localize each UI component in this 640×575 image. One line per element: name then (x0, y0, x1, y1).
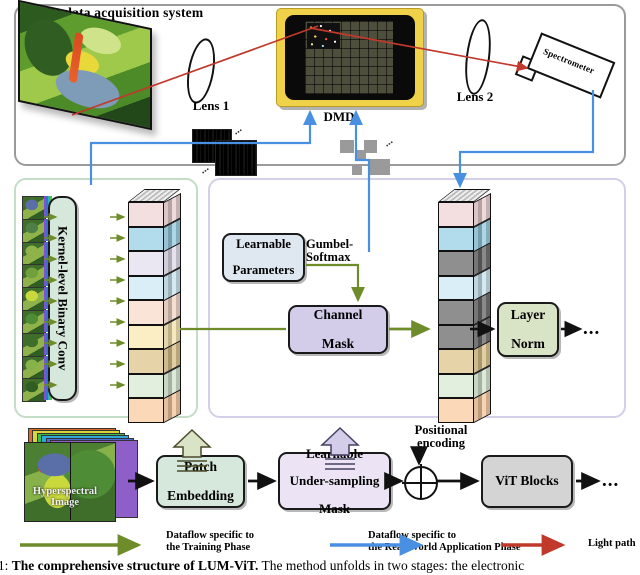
learnable-parameters-line1: Learnable (236, 236, 291, 251)
hyperspectral-label: Hyperspectral Image (26, 486, 104, 508)
stack-slab (128, 398, 164, 423)
dmd-screen (305, 21, 393, 94)
learnable-under-sampling-mask-box: Learnable Under-sampling Mask (278, 446, 391, 515)
hyperspectral-image-stack (24, 428, 142, 524)
gray-mask-block (364, 140, 377, 153)
gray-mask-block (340, 140, 354, 153)
patch-embedding-box: Patch Embedding (156, 455, 245, 508)
channel-mask-line2: Mask (321, 335, 355, 351)
stack-slab (128, 275, 164, 300)
positional-encoding-line2: encoding (417, 436, 465, 451)
stack-slab (438, 349, 474, 374)
channel-mask-line1: Channel (313, 307, 363, 323)
dmd-label: DMD (323, 109, 355, 124)
layer-norm-ellipsis: ... (583, 318, 601, 339)
stack-slab (438, 202, 474, 227)
scene-highlight (68, 31, 84, 84)
input-band-patch (22, 332, 46, 357)
under-sampling-line1: Learnable (305, 445, 364, 461)
input-band-patch (22, 241, 46, 266)
stack-slab (128, 202, 164, 227)
plus-circle-icon (402, 464, 438, 500)
stack-slab (128, 251, 164, 276)
input-band-patch (22, 355, 46, 380)
stack-slab (128, 324, 164, 349)
legend-label-lightpath: Light path (588, 538, 636, 549)
under-sampling-line2: Under-sampling (289, 473, 380, 489)
stack-slab (128, 300, 164, 325)
stack-slab (438, 275, 474, 300)
legend: Dataflow specific to the Training Phase … (18, 530, 636, 558)
learnable-parameters-line2: Parameters (232, 263, 295, 278)
gray-mask-block (370, 159, 390, 175)
figure-caption: re 1: The comprehensive structure of LUM… (0, 558, 640, 574)
binary-mask-icon (215, 140, 257, 176)
panel-channel-mask (208, 178, 626, 418)
figure-lum-vit: DMD data acquisition system Lens 1 DMD L… (0, 0, 640, 575)
hyperspectral-line1: Hyperspectral (32, 486, 98, 497)
gumbel-line2: Softmax (306, 250, 351, 265)
layer-norm-box: Layer Norm (497, 302, 559, 357)
stack-slab (438, 398, 474, 423)
stack-slab (438, 324, 474, 349)
stack-slab (128, 373, 164, 398)
layer-norm-line1: Layer (510, 307, 546, 323)
stack-slab (438, 251, 474, 276)
patch-embedding-line2: Embedding (167, 487, 234, 503)
under-sampling-line3: Mask (318, 500, 351, 516)
stack-slab (438, 226, 474, 251)
lens1-label: Lens 1 (192, 98, 230, 113)
hyperspectral-line2: Image (51, 496, 79, 508)
dmd-active-region (307, 23, 340, 49)
caption-prefix: re 1: (0, 558, 9, 573)
patch-embedding-line1: Patch (184, 459, 217, 475)
input-band-patch (22, 287, 46, 312)
input-band-patch (22, 196, 46, 220)
positional-encoding-line1: Positional (414, 423, 468, 437)
vit-blocks-box: ViT Blocks (481, 455, 573, 508)
lens2-label: Lens 2 (456, 89, 494, 104)
legend-label-realworld: Dataflow specific to the Real-World Appl… (368, 530, 521, 554)
input-band-column (22, 196, 52, 403)
input-band-patch (22, 378, 46, 403)
vit-blocks-ellipsis: ... (602, 470, 620, 491)
input-band-patch (22, 310, 46, 334)
kernel-binary-conv-box: Kernel-level Binary Conv (48, 196, 77, 401)
positional-encoding-label: Positional encoding (385, 423, 497, 451)
input-band-patch (22, 264, 46, 289)
stack-slab (128, 226, 164, 251)
dmd-inner (285, 15, 415, 100)
caption-bold: The comprehensive structure of LUM-ViT. (11, 558, 259, 573)
channel-mask-box: Channel Mask (288, 305, 388, 354)
kernel-binary-conv-label: Kernel-level Binary Conv (55, 226, 71, 371)
layer-norm-line2: Norm (511, 335, 545, 351)
learnable-parameters-box: Learnable Parameters (222, 233, 305, 282)
stack-slab (438, 300, 474, 325)
caption-rest: The method unfolds in two stages: the el… (261, 558, 525, 573)
input-band-patch (22, 218, 46, 243)
vit-blocks-label: ViT Blocks (495, 473, 559, 489)
legend-label-training: Dataflow specific to the Training Phase (166, 530, 255, 554)
gumbel-softmax-label: Gumbel- Softmax (306, 237, 368, 265)
stack-slab (128, 349, 164, 374)
stack-slab (438, 373, 474, 398)
dmd-device-icon (276, 8, 424, 107)
gumbel-line1: Gumbel- (306, 237, 354, 251)
